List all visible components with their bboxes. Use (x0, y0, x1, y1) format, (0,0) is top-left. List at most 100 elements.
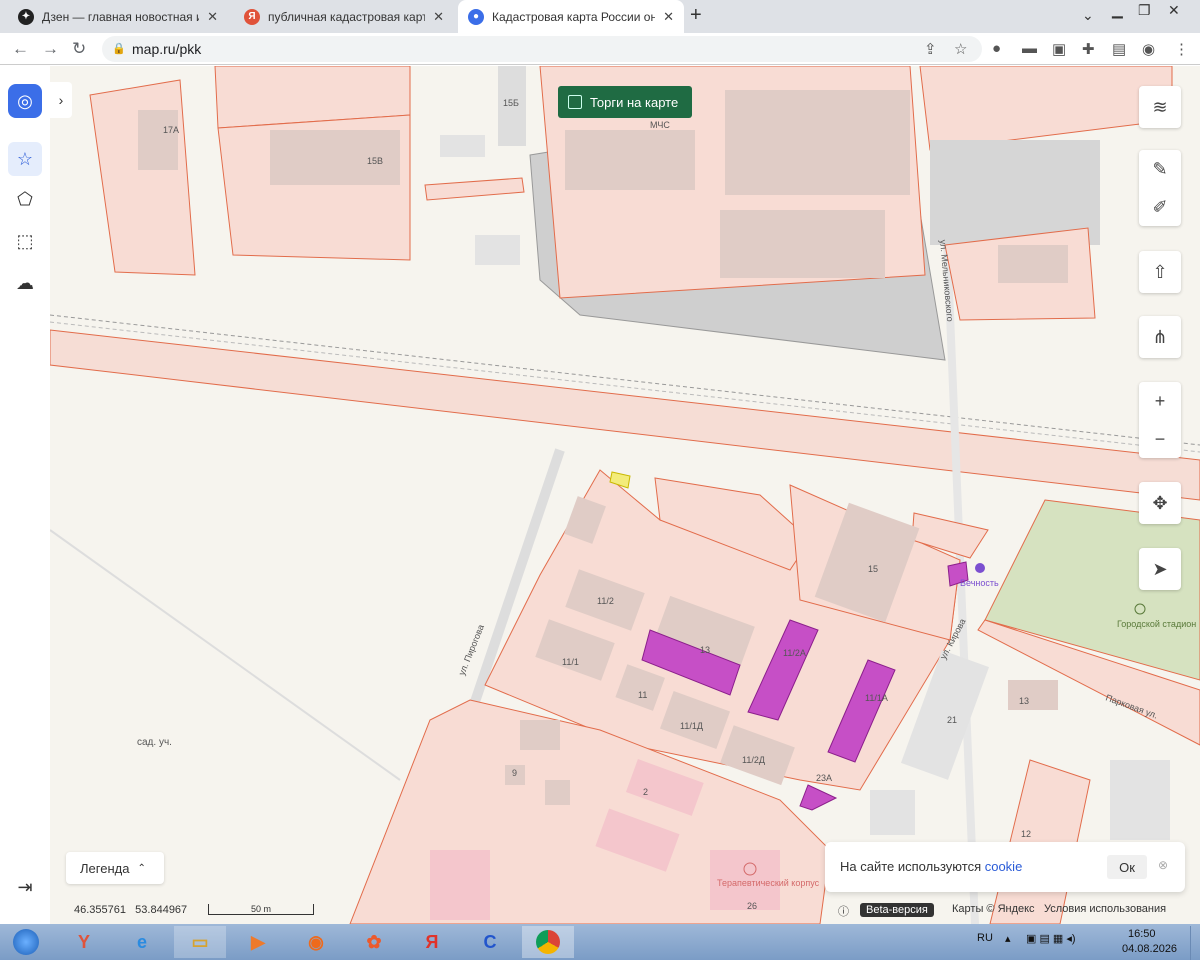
logo-icon[interactable]: ◎ (8, 84, 42, 118)
tab-dzen[interactable]: ✦ Дзен — главная новостная инф ✕ (8, 0, 228, 33)
close-icon[interactable]: ✕ (433, 9, 444, 25)
app-icon[interactable]: ✿ (348, 926, 400, 958)
explorer-icon[interactable]: ▭ (174, 926, 226, 958)
minimize-icon[interactable]: ▁ (1112, 2, 1123, 19)
cookie-link[interactable]: cookie (985, 859, 1023, 874)
legend-label: Легенда (80, 860, 130, 876)
yandex-icon: Я (244, 8, 260, 25)
torgi-toggle[interactable]: Торги на карте (558, 86, 692, 118)
close-icon[interactable]: ✕ (207, 9, 218, 25)
label-15: 15 (868, 564, 878, 574)
star-icon[interactable]: ☆ (954, 40, 967, 58)
polygon-icon[interactable]: ⬠ (8, 182, 42, 216)
expand-panel-button[interactable]: › (50, 82, 72, 118)
move-icon: ✥ (1152, 492, 1168, 513)
left-sidebar: ◎ ☆ ⬠ ⬚ ☁ ⇥ (0, 66, 50, 924)
label-11: 11 (638, 690, 647, 700)
torgi-label: Торги на карте (590, 94, 679, 110)
mapru-icon: ● (468, 8, 484, 25)
label-sad: сад. уч. (137, 737, 172, 748)
tab-title: Дзен — главная новостная инф (42, 9, 199, 24)
pan-button[interactable]: ✥ (1139, 482, 1181, 524)
tab-title: Кадастровая карта России онла (492, 9, 656, 24)
firefox-icon[interactable]: ◉ (290, 926, 342, 958)
url-text: map.ru/pkk (132, 41, 202, 57)
menu-icon[interactable]: ⋮ (1174, 40, 1189, 58)
legend-button[interactable]: Легенда ⌃ (66, 852, 164, 884)
map-canvas[interactable]: 17А 15Б 15В МЧС 15 11/2 11/1 13 11/2А 11… (0, 66, 1200, 924)
tray-arrow-icon[interactable]: ▴ (1005, 932, 1011, 945)
zoom-out-icon[interactable]: − (1155, 429, 1166, 450)
locate-button[interactable]: ➤ (1139, 548, 1181, 590)
close-icon[interactable]: ⊗ (1158, 858, 1168, 872)
cookie-text: На сайте используются cookie (840, 859, 1022, 874)
label-11-2: 11/2 (597, 596, 614, 606)
label-23a: 23А (816, 773, 832, 783)
restore-icon[interactable]: ❐ (1138, 2, 1151, 19)
puzzle-icon[interactable]: ✚ (1082, 40, 1095, 58)
chevron-down-icon[interactable]: ⌄ (1082, 7, 1094, 24)
select-area-icon[interactable]: ⬚ (8, 224, 42, 258)
terms-link[interactable]: Условия использования (1044, 903, 1166, 915)
extension-icon[interactable]: ● (992, 40, 1001, 57)
login-icon[interactable]: ⇥ (8, 870, 42, 904)
cloud-icon[interactable]: ☁ (8, 266, 42, 300)
label-vechnost: Вечность (960, 578, 999, 588)
star-icon[interactable]: ☆ (8, 142, 42, 176)
cookie-ok-button[interactable]: Ок (1107, 855, 1147, 879)
longitude: 53.844967 (135, 904, 188, 916)
info-icon[interactable]: ⓘ (838, 903, 849, 919)
ie-icon[interactable]: e (116, 926, 168, 958)
close-window-icon[interactable]: ✕ (1168, 2, 1180, 19)
clock-date: 04.08.2026 (1122, 943, 1178, 955)
media-icon[interactable]: ▶ (232, 926, 284, 958)
close-icon[interactable]: ✕ (663, 9, 674, 25)
profile-icon[interactable]: ◉ (1142, 40, 1155, 58)
share-button[interactable]: ⋔ (1139, 316, 1181, 358)
lang-indicator[interactable]: RU (977, 932, 993, 944)
coordinates: 46.355761 53.844967 (74, 904, 187, 916)
label-11-1a: 11/1А (865, 693, 888, 703)
extension-icon[interactable]: ▬ (1022, 40, 1037, 57)
layers-button[interactable]: ≋ (1139, 86, 1181, 128)
yandex-icon[interactable]: Я (406, 926, 458, 958)
taskbar: Y e ▭ ▶ ◉ ✿ Я C (0, 924, 1200, 960)
yandex-browser-icon[interactable]: Y (58, 926, 110, 958)
edit-icon[interactable]: ✐ (1152, 197, 1167, 218)
tray-icons[interactable]: ▣ ▤ ▦ ◂) (1026, 932, 1076, 945)
beta-badge: Beta-версия (860, 903, 934, 917)
scale-label: 50 m (250, 904, 271, 914)
sidepanel-icon[interactable]: ▤ (1112, 40, 1126, 58)
lock-icon: 🔒 (112, 43, 126, 55)
label-2: 2 (643, 787, 648, 797)
url-field[interactable]: 🔒 map.ru/pkk ⇪ ☆ (102, 36, 982, 62)
show-desktop-button[interactable] (1190, 926, 1200, 960)
ruler-icon[interactable]: ✎ (1152, 159, 1167, 180)
new-tab-button[interactable]: + (690, 4, 702, 27)
tab-title: публичная кадастровая карта – (268, 9, 426, 24)
forward-icon[interactable]: → (42, 39, 59, 59)
upload-button[interactable]: ⇧ (1139, 251, 1181, 293)
back-icon[interactable]: ← (12, 39, 29, 59)
reload-icon[interactable]: ↻ (72, 39, 86, 59)
share-icon[interactable]: ⇪ (924, 40, 937, 58)
chrome-icon[interactable] (522, 926, 574, 958)
label-17a: 17А (163, 125, 179, 135)
label-12: 12 (1021, 829, 1031, 839)
label-11-2d: 11/2Д (742, 755, 765, 765)
tab-yandex[interactable]: Я публичная кадастровая карта – ✕ (234, 0, 454, 33)
checkbox[interactable] (568, 95, 582, 109)
label-mchs: МЧС (650, 120, 670, 130)
navigation-icon: ➤ (1152, 558, 1168, 579)
tab-mapru[interactable]: ● Кадастровая карта России онла ✕ (458, 0, 684, 33)
chevron-up-icon: ⌃ (137, 862, 146, 874)
app-c-icon[interactable]: C (464, 926, 516, 958)
zoom-in-icon[interactable]: + (1155, 391, 1166, 412)
label-11-2a: 11/2А (783, 648, 806, 658)
maps-attribution[interactable]: Карты © Яндекс (952, 903, 1035, 915)
start-button[interactable] (0, 926, 52, 958)
label-13: 13 (700, 645, 710, 655)
tab-strip: ✦ Дзен — главная новостная инф ✕ Я публи… (0, 0, 1200, 33)
extension-icon[interactable]: ▣ (1052, 40, 1066, 58)
label-26: 26 (747, 901, 757, 911)
